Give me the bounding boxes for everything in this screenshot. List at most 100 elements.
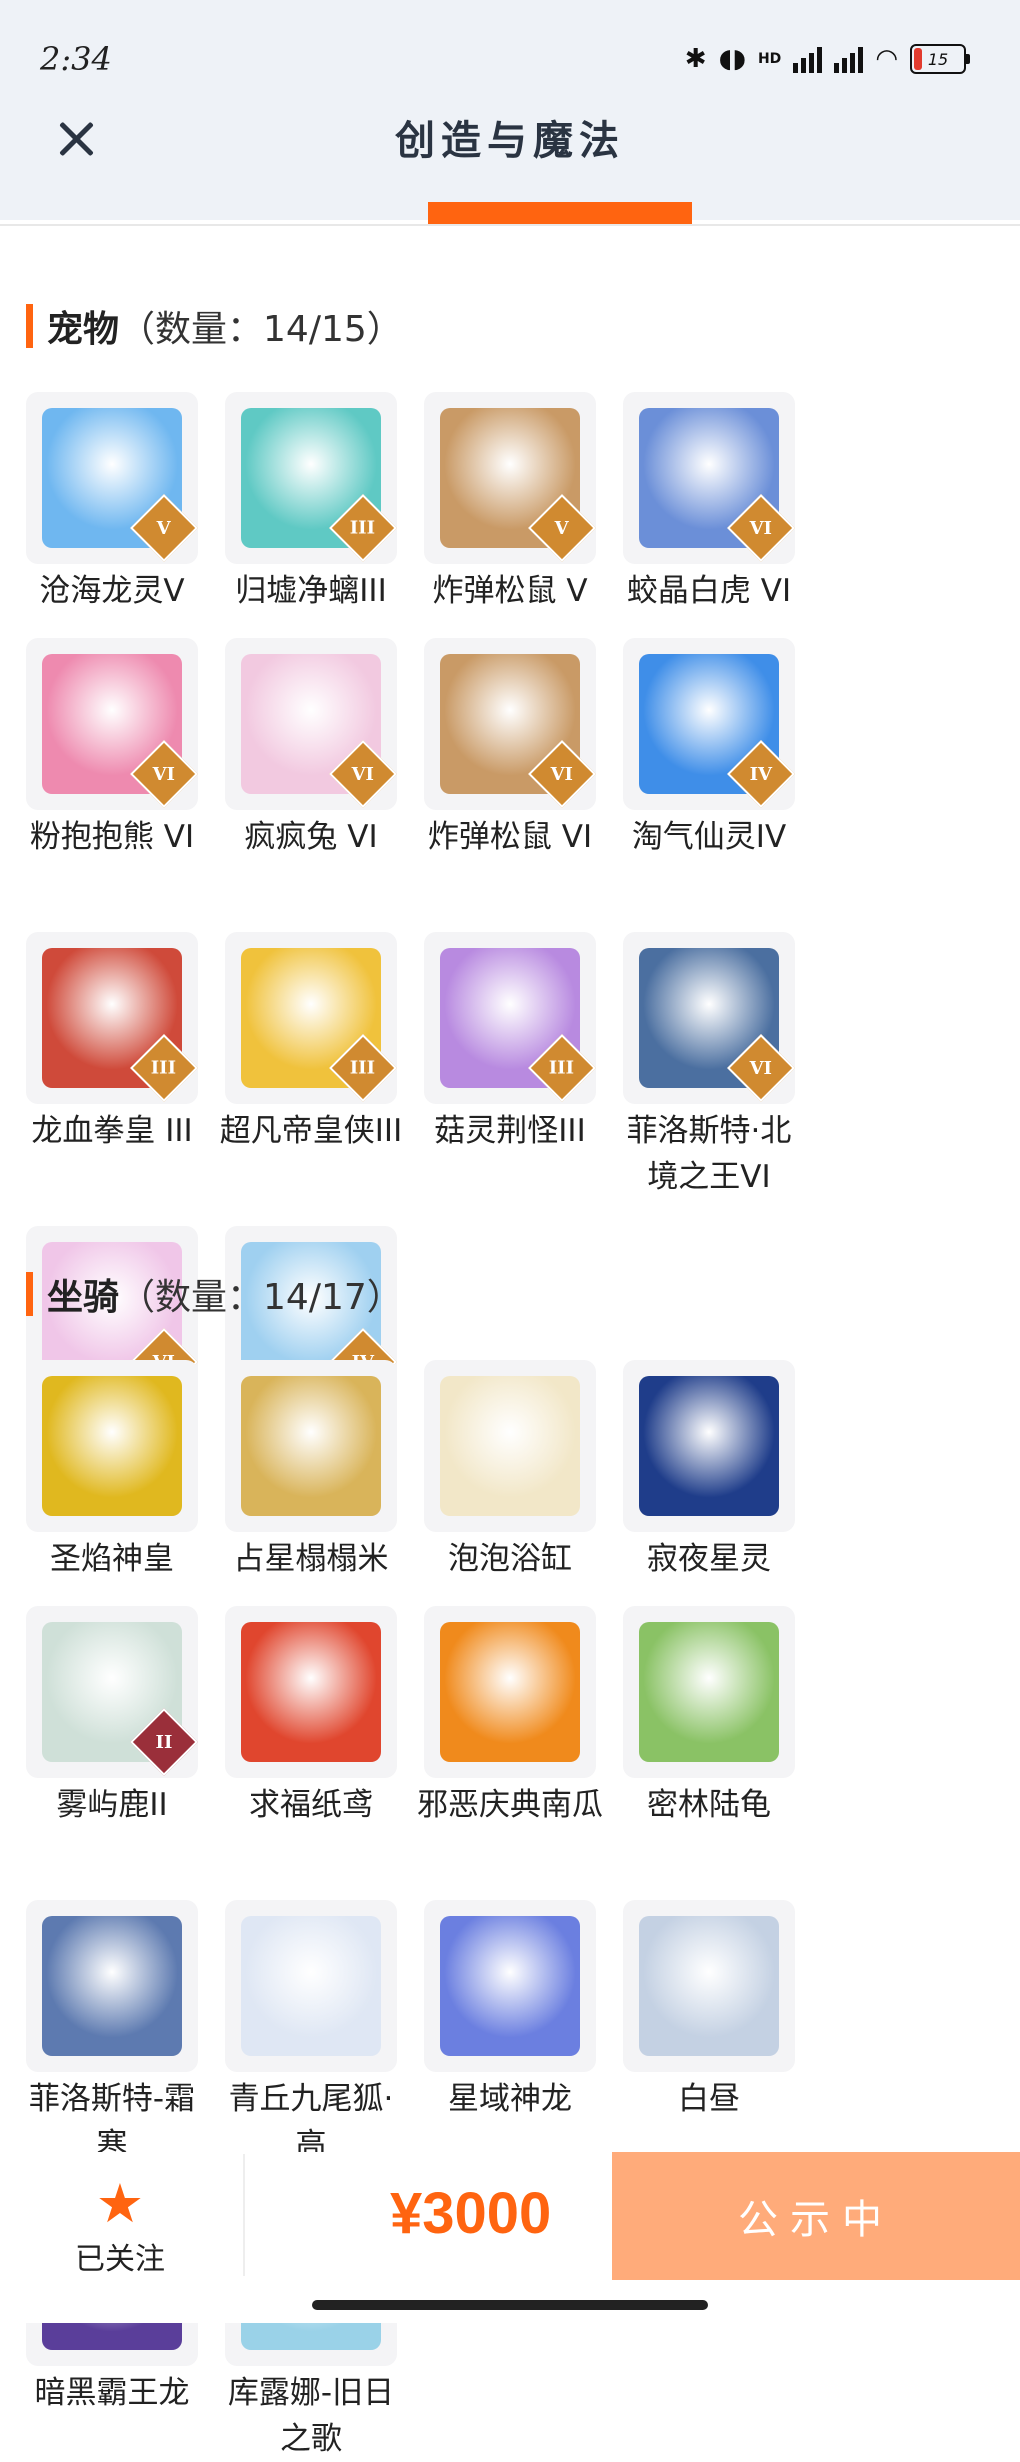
mount-item[interactable]: 菲洛斯特-霜寒 <box>26 1900 225 2194</box>
mount-image <box>42 1916 182 2056</box>
section-name: 坐骑 <box>47 1277 120 1318</box>
pet-thumbnail: V <box>26 392 198 564</box>
mount-item[interactable]: 密林陆龟 <box>623 1606 822 1900</box>
tier-badge-label: VI <box>152 763 176 785</box>
tier-badge-label: VI <box>749 1057 773 1079</box>
earbuds-icon: ◖◗ <box>718 44 746 74</box>
tier-badge-label: VI <box>351 763 375 785</box>
status-time: 2:34 <box>40 40 112 78</box>
bluetooth-icon: ✱ <box>684 44 707 74</box>
pet-label: 超凡帝皇侠III <box>219 1113 403 1149</box>
pet-item[interactable]: IV 淘气仙灵IV <box>623 638 822 932</box>
section-name: 宠物 <box>47 309 120 350</box>
follow-label: 已关注 <box>75 2242 165 2277</box>
mount-item[interactable]: II 雾屿鹿II <box>26 1606 225 1852</box>
mount-label: 泡泡浴缸 <box>448 1541 572 1577</box>
mount-item[interactable]: 邪恶庆典南瓜 <box>417 1606 623 1900</box>
mount-thumbnail <box>225 1606 397 1778</box>
mount-image <box>440 1376 580 1516</box>
mount-thumbnail <box>424 1606 596 1778</box>
mount-label: 星域神龙 <box>448 2081 572 2117</box>
pet-thumbnail: VI <box>424 638 596 810</box>
mount-label: 库露娜-旧日之歌 <box>227 2375 395 2457</box>
battery-level: 15 <box>927 49 949 69</box>
signal-icon <box>793 45 823 73</box>
mount-item[interactable]: 圣焰神皇 <box>26 1360 225 1606</box>
pet-item[interactable]: VI 粉抱抱熊 VI <box>26 638 225 884</box>
mount-image <box>241 1622 381 1762</box>
pet-item[interactable]: VI 菲洛斯特·北境之王VI <box>623 932 822 1222</box>
mount-image <box>440 1622 580 1762</box>
pet-item[interactable]: V 炸弹松鼠 V <box>424 392 623 638</box>
pet-item[interactable]: VI 疯疯兔 VI <box>225 638 424 932</box>
mount-label: 占星榻榻米 <box>233 1541 389 1577</box>
mount-image <box>639 1916 779 2056</box>
mount-item[interactable]: 泡泡浴缸 <box>424 1360 623 1606</box>
pet-label: 龙血拳皇 III <box>31 1113 193 1149</box>
mount-thumbnail <box>225 1360 397 1532</box>
pet-item[interactable]: III 归墟净螭III <box>225 392 424 638</box>
tier-badge-label: III <box>549 1057 575 1079</box>
mount-label: 邪恶庆典南瓜 <box>417 1787 603 1823</box>
section-accent-bar <box>26 304 33 348</box>
publicity-status-button[interactable]: 公示中 <box>612 2152 1020 2280</box>
mount-thumbnail: II <box>26 1606 198 1778</box>
mount-thumbnail <box>26 1900 198 2072</box>
mount-image <box>241 1376 381 1516</box>
pet-label: 菇灵荆怪III <box>434 1113 586 1149</box>
pet-thumbnail: VI <box>225 638 397 810</box>
pet-item[interactable]: V 沧海龙灵V <box>26 392 225 638</box>
tier-badge-label: III <box>350 1057 376 1079</box>
mount-label: 圣焰神皇 <box>50 1541 174 1577</box>
hd-label: HD <box>757 51 782 67</box>
bottom-divider <box>243 2154 245 2276</box>
mount-label: 雾屿鹿II <box>56 1787 168 1823</box>
pet-item[interactable]: VI 蛟晶白虎 VI <box>623 392 822 638</box>
mount-label: 暗黑霸王龙 <box>34 2375 190 2411</box>
mount-item[interactable]: 占星榻榻米 <box>225 1360 424 1606</box>
mount-thumbnail <box>623 1360 795 1532</box>
mount-item[interactable]: 白昼 <box>623 1900 822 2150</box>
mount-thumbnail <box>623 1900 795 2072</box>
mount-item[interactable]: 青丘九尾狐·高 <box>225 1900 424 2194</box>
mount-item[interactable]: 星域神龙 <box>424 1900 623 2150</box>
mount-thumbnail <box>623 1606 795 1778</box>
pet-thumbnail: IV <box>623 638 795 810</box>
mount-item[interactable]: 寂夜星灵 <box>623 1360 822 1606</box>
tier-badge-label: IV <box>749 763 773 785</box>
mount-thumbnail <box>26 1360 198 1532</box>
tier-badge-label: V <box>555 517 569 539</box>
pet-item[interactable]: III 菇灵荆怪III <box>424 932 623 1222</box>
mount-thumbnail <box>225 1900 397 2072</box>
wifi-icon: ◠ <box>875 44 898 74</box>
pet-thumbnail: III <box>424 932 596 1104</box>
mount-label: 白昼 <box>678 2081 740 2117</box>
pets-grid: V 沧海龙灵V III 归墟净螭III V 炸弹松鼠 V VI 蛟晶白虎 VI VI 粉抱抱熊 V… <box>26 392 1002 1516</box>
mount-thumbnail <box>424 1900 596 2072</box>
pet-thumbnail: III <box>26 932 198 1104</box>
pet-label: 菲洛斯特·北境之王VI <box>626 1113 792 1195</box>
pet-label: 淘气仙灵IV <box>631 819 787 855</box>
pet-item[interactable]: VI 炸弹松鼠 VI <box>424 638 623 932</box>
mount-thumbnail <box>424 1360 596 1532</box>
home-indicator[interactable] <box>312 2300 708 2310</box>
tier-badge-label: III <box>151 1057 177 1079</box>
mount-image <box>42 1376 182 1516</box>
follow-button[interactable]: ★ 已关注 <box>60 2174 180 2278</box>
star-icon: ★ <box>95 2172 145 2235</box>
mount-label: 求福纸鸢 <box>249 1787 373 1823</box>
pet-label: 粉抱抱熊 VI <box>29 819 195 855</box>
mounts-section-title: 坐骑 （数量：14/17） <box>26 1268 403 1320</box>
tab-indicator <box>428 202 692 224</box>
mount-label: 密林陆龟 <box>647 1787 771 1823</box>
page-title: 创造与魔法 <box>395 117 625 164</box>
pet-thumbnail: VI <box>623 932 795 1104</box>
pet-thumbnail: VI <box>623 392 795 564</box>
pet-label: 炸弹松鼠 V <box>432 573 588 609</box>
mount-item[interactable]: 求福纸鸢 <box>225 1606 424 1900</box>
pet-item[interactable]: III 龙血拳皇 III <box>26 932 225 1226</box>
pet-thumbnail: VI <box>26 638 198 810</box>
mount-image <box>241 1916 381 2056</box>
pet-item[interactable]: III 超凡帝皇侠III <box>220 932 424 1226</box>
tier-badge-label: V <box>157 517 171 539</box>
